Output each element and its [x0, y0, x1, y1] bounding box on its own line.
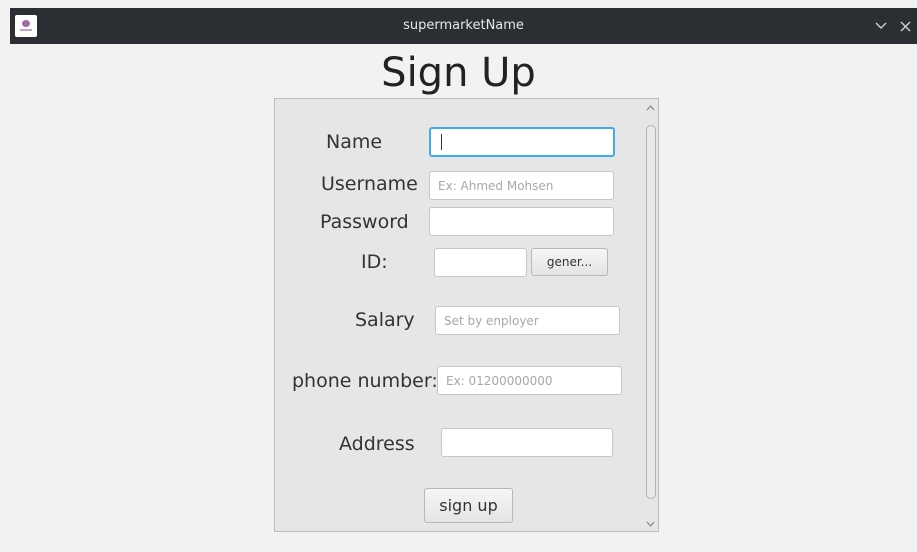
chevron-down-icon: [875, 22, 887, 29]
password-input[interactable]: [429, 207, 614, 236]
phone-number-input[interactable]: [437, 366, 622, 395]
window-title: supermarketName: [403, 18, 524, 33]
scrollbar-thumb[interactable]: [646, 125, 656, 499]
signup-form-panel: Name Username Password ID: gener... Sala…: [274, 98, 659, 532]
salary-label: Salary: [355, 309, 415, 331]
username-input[interactable]: [429, 171, 614, 200]
minimize-button[interactable]: [871, 8, 891, 44]
close-window-button[interactable]: [895, 8, 915, 44]
address-label: Address: [339, 433, 415, 455]
id-label: ID:: [361, 251, 388, 273]
sign-up-button[interactable]: sign up: [424, 488, 513, 523]
phone-number-label: phone number:: [292, 370, 438, 392]
window-titlebar[interactable]: supermarketName: [10, 8, 917, 44]
chevron-down-icon: [646, 521, 654, 527]
name-field[interactable]: [429, 127, 615, 157]
generate-id-button[interactable]: gener...: [531, 248, 608, 276]
scroll-up-button[interactable]: [642, 101, 658, 115]
username-label: Username: [321, 173, 418, 195]
scroll-down-button[interactable]: [642, 517, 658, 531]
password-label: Password: [320, 211, 409, 233]
address-input[interactable]: [441, 428, 613, 457]
form-scrollbar[interactable]: [642, 99, 658, 531]
id-input[interactable]: [434, 248, 527, 277]
page-title: Sign Up: [381, 50, 536, 96]
chevron-up-icon: [646, 105, 654, 111]
salary-input[interactable]: [435, 306, 620, 335]
name-label: Name: [326, 131, 383, 153]
text-caret: [441, 134, 442, 150]
close-icon: [900, 21, 910, 31]
